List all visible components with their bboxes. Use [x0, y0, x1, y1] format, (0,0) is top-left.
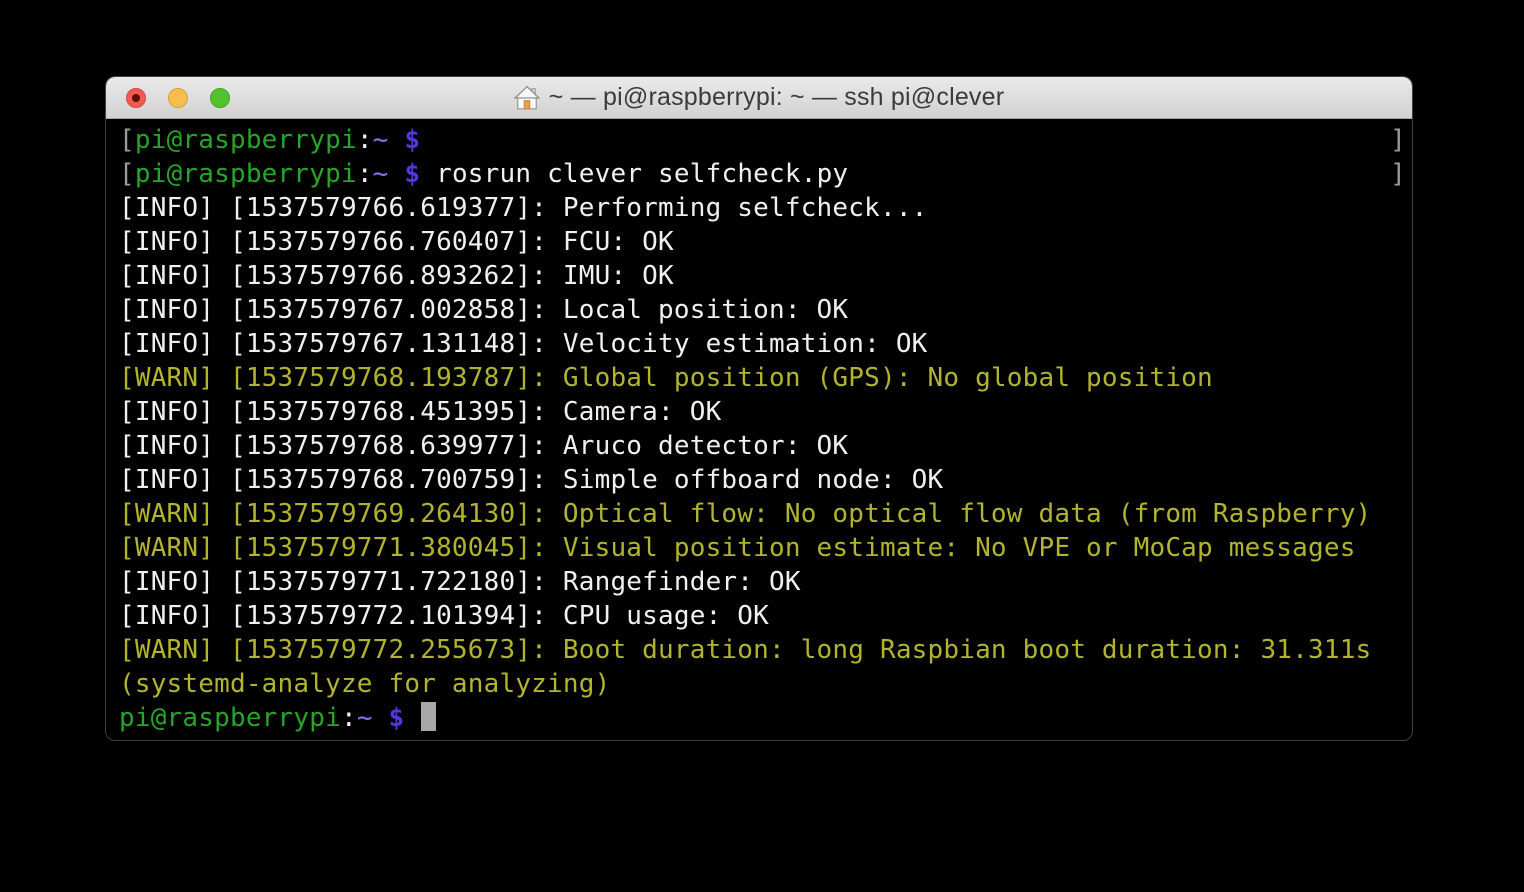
- prompt-tilde: ~: [357, 703, 373, 733]
- terminal-window: ~ — pi@raspberrypi: ~ — ssh pi@clever [p…: [105, 76, 1413, 741]
- log-text: [INFO] [1537579768.700759]: Simple offbo…: [119, 463, 943, 497]
- terminal-line: [INFO] [1537579771.722180]: Rangefinder:…: [119, 565, 1406, 599]
- terminal-line: [WARN] [1537579772.255673]: Boot duratio…: [119, 633, 1406, 667]
- terminal-line: [INFO] [1537579772.101394]: CPU usage: O…: [119, 599, 1406, 633]
- prompt-dollar: $: [389, 703, 405, 733]
- log-text: [WARN] [1537579768.193787]: Global posit…: [119, 361, 1213, 395]
- text-segment: [373, 703, 389, 733]
- log-text: [INFO] [1537579766.760407]: FCU: OK: [119, 225, 674, 259]
- terminal-line: [INFO] [1537579767.131148]: Velocity est…: [119, 327, 1406, 361]
- prompt-tilde: ~: [373, 125, 389, 155]
- shell-prompt: [pi@raspberrypi:~ $ rosrun clever selfch…: [119, 157, 848, 191]
- prompt-close-bracket: ]: [1390, 157, 1406, 191]
- terminal-line: [INFO] [1537579768.639977]: Aruco detect…: [119, 429, 1406, 463]
- terminal-line: [pi@raspberrypi:~ $]: [119, 123, 1406, 157]
- terminal-line: [INFO] [1537579766.760407]: FCU: OK: [119, 225, 1406, 259]
- log-text: [INFO] [1537579767.002858]: Local positi…: [119, 293, 848, 327]
- prompt-user-host: pi@raspberrypi: [135, 159, 357, 189]
- command-text: rosrun clever selfcheck.py: [420, 159, 848, 189]
- log-text: [WARN] [1537579769.264130]: Optical flow…: [119, 497, 1371, 531]
- prompt-tilde: ~: [373, 159, 389, 189]
- title-area: ~ — pi@raspberrypi: ~ — ssh pi@clever: [106, 77, 1412, 118]
- prompt-user-host: pi@raspberrypi: [135, 125, 357, 155]
- window-title: ~ — pi@raspberrypi: ~ — ssh pi@clever: [549, 83, 1005, 112]
- prompt-dollar: $: [404, 159, 420, 189]
- home-icon: [514, 85, 540, 111]
- text-segment: [404, 703, 420, 733]
- prompt-colon: :: [341, 703, 357, 733]
- prompt-colon: :: [357, 125, 373, 155]
- terminal-line: [INFO] [1537579767.002858]: Local positi…: [119, 293, 1406, 327]
- terminal-line: (systemd-analyze for analyzing): [119, 667, 1406, 701]
- terminal-line: [INFO] [1537579766.619377]: Performing s…: [119, 191, 1406, 225]
- terminal-line: [pi@raspberrypi:~ $ rosrun clever selfch…: [119, 157, 1406, 191]
- terminal-line: [WARN] [1537579769.264130]: Optical flow…: [119, 497, 1406, 531]
- prompt-user-host: pi@raspberrypi: [119, 703, 341, 733]
- text-segment: [389, 125, 405, 155]
- terminal-line: [INFO] [1537579768.451395]: Camera: OK: [119, 395, 1406, 429]
- shell-prompt: pi@raspberrypi:~ $: [119, 701, 436, 735]
- prompt-dollar: $: [404, 125, 420, 155]
- terminal-line: [WARN] [1537579768.193787]: Global posit…: [119, 361, 1406, 395]
- log-text: [INFO] [1537579768.639977]: Aruco detect…: [119, 429, 848, 463]
- prompt-close-bracket: ]: [1390, 123, 1406, 157]
- log-text: [INFO] [1537579768.451395]: Camera: OK: [119, 395, 721, 429]
- title-bar[interactable]: ~ — pi@raspberrypi: ~ — ssh pi@clever: [106, 77, 1412, 119]
- terminal-output[interactable]: [pi@raspberrypi:~ $][pi@raspberrypi:~ $ …: [106, 119, 1412, 735]
- log-text: (systemd-analyze for analyzing): [119, 667, 610, 701]
- log-text: [INFO] [1537579766.619377]: Performing s…: [119, 191, 928, 225]
- log-text: [INFO] [1537579772.101394]: CPU usage: O…: [119, 599, 769, 633]
- log-text: [INFO] [1537579771.722180]: Rangefinder:…: [119, 565, 801, 599]
- log-text: [INFO] [1537579767.131148]: Velocity est…: [119, 327, 928, 361]
- log-text: [WARN] [1537579771.380045]: Visual posit…: [119, 531, 1356, 565]
- log-text: [INFO] [1537579766.893262]: IMU: OK: [119, 259, 674, 293]
- log-text: [WARN] [1537579772.255673]: Boot duratio…: [119, 633, 1371, 667]
- terminal-line: [INFO] [1537579766.893262]: IMU: OK: [119, 259, 1406, 293]
- shell-prompt: [pi@raspberrypi:~ $: [119, 123, 420, 157]
- prompt-open-bracket: [: [119, 159, 135, 189]
- text-segment: [389, 159, 405, 189]
- terminal-cursor: [421, 702, 436, 731]
- terminal-line: [INFO] [1537579768.700759]: Simple offbo…: [119, 463, 1406, 497]
- terminal-line: [WARN] [1537579771.380045]: Visual posit…: [119, 531, 1406, 565]
- prompt-colon: :: [357, 159, 373, 189]
- terminal-line: pi@raspberrypi:~ $: [119, 701, 1406, 735]
- prompt-open-bracket: [: [119, 125, 135, 155]
